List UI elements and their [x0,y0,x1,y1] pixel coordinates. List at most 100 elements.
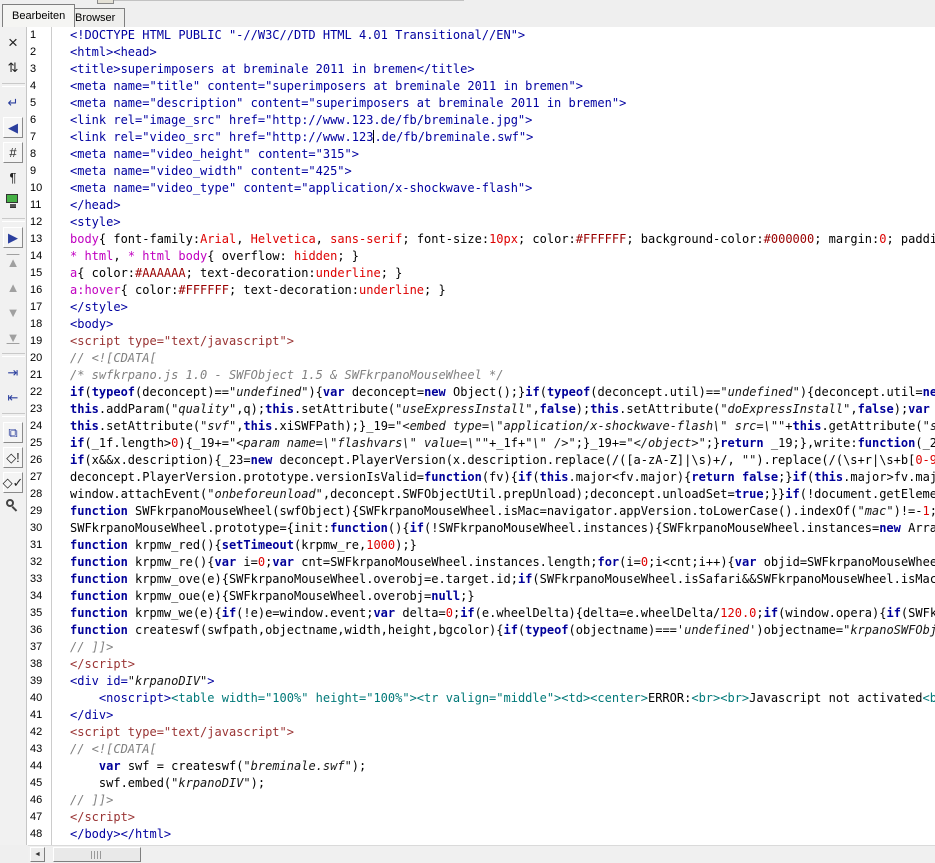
goto-top-icon: ▲ [2,250,24,275]
line-number: 26 [27,452,51,469]
code-line[interactable]: 7<link rel="video_src" href="http://www.… [27,129,935,146]
code-line[interactable]: 21/* swfkrpano.js 1.0 - SWFObject 1.5 & … [27,367,935,384]
code-line[interactable]: 3<title>superimposers at breminale 2011 … [27,61,935,78]
code-line[interactable]: 40 <noscript><table width="100%" height=… [27,690,935,707]
code-line[interactable]: 14* html, * html body{ overflow: hidden;… [27,248,935,265]
tab-bearbeiten-label: Bearbeiten [12,10,65,22]
code-line[interactable]: 39<div id="krpanoDIV"> [27,673,935,690]
code-line[interactable]: 43// <![CDATA[ [27,741,935,758]
code-line[interactable]: 46// ]]> [27,792,935,809]
code-line[interactable]: 34function krpmw_oue(e){SWFkrpanoMouseWh… [27,588,935,605]
editor-main: ×⇅↵◀#¶▶▲▲▼▼⇥⇤⧉◇!◇✓ 1<!DOCTYPE HTML PUBLI… [0,27,935,845]
code-line[interactable]: 11</head> [27,197,935,214]
code-line[interactable]: 29function SWFkrpanoMouseWheel(swfObject… [27,503,935,520]
word-wrap-icon[interactable]: ↵ [2,90,24,115]
code-text: <meta name="description" content="superi… [51,95,626,112]
code-line[interactable]: 19<script type="text/javascript"> [27,333,935,350]
code-line[interactable]: 15a{ color:#AAAAAA; text-decoration:unde… [27,265,935,282]
preview-monitor-icon[interactable] [3,190,23,215]
toolbar-separator [2,353,25,357]
code-line[interactable]: 35function krpmw_we(e){if(!e)e=window.ev… [27,605,935,622]
code-line[interactable]: 5<meta name="description" content="super… [27,95,935,112]
code-line[interactable]: 36function createswf(swfpath,objectname,… [27,622,935,639]
scrollbar-thumb[interactable] [53,847,141,862]
code-line[interactable]: 30SWFkrpanoMouseWheel.prototype={init:fu… [27,520,935,537]
code-text: function krpmw_ove(e){SWFkrpanoMouseWhee… [51,571,935,588]
goto-bottom-icon: ▼ [2,325,24,350]
close-icon[interactable]: × [2,30,24,55]
code-line[interactable]: 10<meta name="video_type" content="appli… [27,180,935,197]
indent-decrease-icon[interactable]: ⇤ [2,385,24,410]
search-icon[interactable] [2,495,24,520]
line-number: 33 [27,571,51,588]
line-number: 48 [27,826,51,843]
code-line[interactable]: 9<meta name="video_width" content="425"> [27,163,935,180]
code-text: a:hover{ color:#FFFFFF; text-decoration:… [51,282,446,299]
validate-icon[interactable]: ◇! [3,447,23,468]
code-text: <style> [51,214,121,231]
line-number: 15 [27,265,51,282]
code-text: // <![CDATA[ [51,741,157,758]
code-text: a{ color:#AAAAAA; text-decoration:underl… [51,265,402,282]
code-line[interactable]: 41</div> [27,707,935,724]
code-area[interactable]: 1<!DOCTYPE HTML PUBLIC "-//W3C//DTD HTML… [27,27,935,845]
code-text: if(_1f.length>0){_19+="<param name=\"fla… [51,435,935,452]
line-number: 35 [27,605,51,622]
code-line[interactable]: 23this.addParam("quality",q);this.setAtt… [27,401,935,418]
code-line[interactable]: 37// ]]> [27,639,935,656]
line-number: 9 [27,163,51,180]
code-line[interactable]: 42<script type="text/javascript"> [27,724,935,741]
line-number: 18 [27,316,51,333]
syntax-check-icon[interactable]: ◇✓ [3,472,23,493]
code-line[interactable]: 28window.attachEvent("onbeforeunload",de… [27,486,935,503]
code-text: <meta name="video_type" content="applica… [51,180,532,197]
horizontal-scrollbar[interactable]: ◄ [28,845,935,863]
code-line[interactable]: 33function krpmw_ove(e){SWFkrpanoMouseWh… [27,571,935,588]
code-line[interactable]: 20// <![CDATA[ [27,350,935,367]
code-text: // <![CDATA[ [51,350,157,367]
code-line[interactable]: 48</body></html> [27,826,935,843]
code-line[interactable]: 44 var swf = createswf("breminale.swf"); [27,758,935,775]
code-line[interactable]: 47</script> [27,809,935,826]
left-margin-icon[interactable]: ◀ [3,117,23,138]
code-line[interactable]: 13body{ font-family:Arial, Helvetica, sa… [27,231,935,248]
code-line[interactable]: 31function krpmw_red(){setTimeout(krpmw_… [27,537,935,554]
code-line[interactable]: 45 swf.embed("krpanoDIV"); [27,775,935,792]
code-line[interactable]: 1<!DOCTYPE HTML PUBLIC "-//W3C//DTD HTML… [27,27,935,44]
line-number: 10 [27,180,51,197]
line-number: 25 [27,435,51,452]
code-line[interactable]: 26if(x&&x.description){_23=new deconcept… [27,452,935,469]
indent-increase-icon[interactable]: ⇥ [2,360,24,385]
tab-bearbeiten[interactable]: Bearbeiten [2,4,75,27]
code-line[interactable]: 2<html><head> [27,44,935,61]
code-text: deconcept.PlayerVersion.prototype.versio… [51,469,935,486]
line-numbers-icon[interactable]: # [3,142,23,163]
code-line[interactable]: 32function krpmw_re(){var i=0;var cnt=SW… [27,554,935,571]
code-line[interactable]: 6<link rel="image_src" href="http://www.… [27,112,935,129]
copy-block-icon[interactable]: ⧉ [3,422,23,443]
code-line[interactable]: 27deconcept.PlayerVersion.prototype.vers… [27,469,935,486]
code-line[interactable]: 25if(_1f.length>0){_19+="<param name=\"f… [27,435,935,452]
run-icon[interactable]: ▶ [3,227,23,248]
code-line[interactable]: 4<meta name="title" content="superimpose… [27,78,935,95]
code-text: </script> [51,809,135,826]
code-line[interactable]: 17</style> [27,299,935,316]
code-line[interactable]: 16a:hover{ color:#FFFFFF; text-decoratio… [27,282,935,299]
split-view-icon[interactable]: ⇅ [2,55,24,80]
code-line[interactable]: 24this.setAttribute("svf",this.xiSWFPath… [27,418,935,435]
code-text: <script type="text/javascript"> [51,724,294,741]
code-line[interactable]: 18<body> [27,316,935,333]
code-line[interactable]: 8<meta name="video_height" content="315"… [27,146,935,163]
line-number: 21 [27,367,51,384]
scroll-left-button[interactable]: ◄ [30,847,45,862]
code-text: // ]]> [51,792,113,809]
code-line[interactable]: 22if(typeof(deconcept)=="undefined"){var… [27,384,935,401]
code-line[interactable]: 38</script> [27,656,935,673]
pilcrow-icon[interactable]: ¶ [2,165,24,190]
line-number: 32 [27,554,51,571]
code-text: <html><head> [51,44,157,61]
toolbar-separator [2,413,25,417]
code-text: if(typeof(deconcept)=="undefined"){var d… [51,384,935,401]
code-line[interactable]: 12<style> [27,214,935,231]
code-text: * html, * html body{ overflow: hidden; } [51,248,359,265]
